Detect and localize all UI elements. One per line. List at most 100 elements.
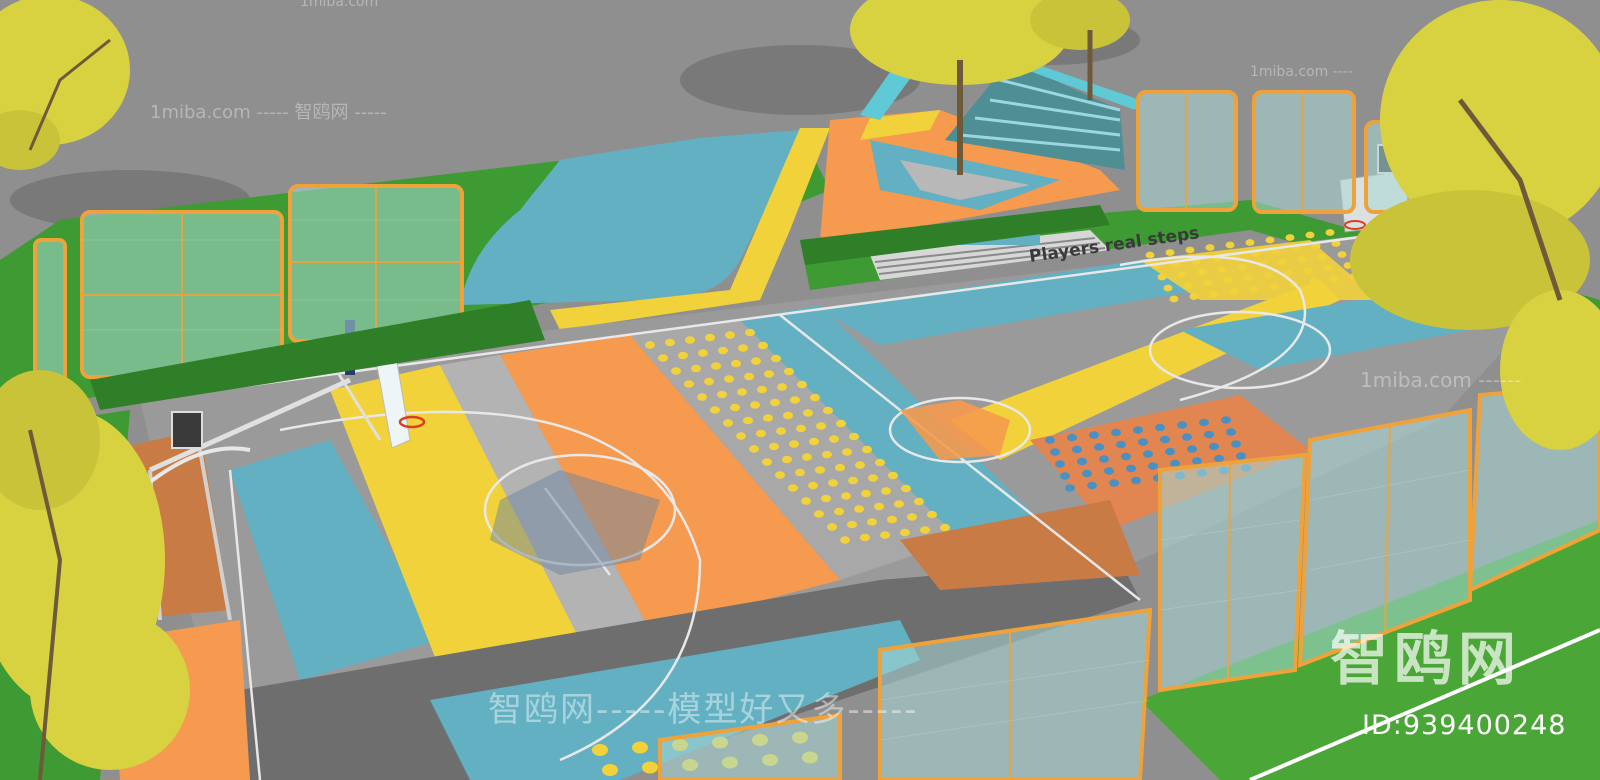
court-dot <box>710 406 720 414</box>
court-dot <box>1309 278 1319 285</box>
court-dot <box>1060 472 1070 480</box>
court-dot <box>1337 251 1347 258</box>
court-dot <box>763 414 773 422</box>
court-dot <box>1148 462 1158 470</box>
court-dot <box>749 445 759 453</box>
court-dot <box>867 518 877 526</box>
court-dot <box>1082 469 1092 478</box>
court-dot <box>920 526 930 534</box>
court-dot <box>731 359 741 368</box>
court-dot <box>685 336 695 344</box>
court-dot <box>1317 253 1327 261</box>
court-dot <box>1169 295 1179 303</box>
court-dot <box>1177 421 1187 429</box>
court-dot <box>724 375 734 383</box>
court-dot <box>1177 271 1187 278</box>
court-dot <box>1072 445 1082 454</box>
court-dot <box>723 419 733 427</box>
court-dot <box>1249 285 1259 293</box>
watermark-top: 1miba.com <box>300 0 379 10</box>
court-dot <box>762 458 772 466</box>
court-dot <box>1209 290 1219 298</box>
court-dot <box>789 440 799 448</box>
court-dot <box>1163 284 1173 292</box>
court-dot <box>1245 239 1255 246</box>
court-dot <box>874 502 884 511</box>
court-dot <box>894 500 904 508</box>
court-dot <box>880 531 890 539</box>
court-dot <box>671 367 681 375</box>
court-dot <box>1087 481 1097 490</box>
court-dot <box>1067 433 1077 442</box>
court-dot <box>730 403 740 412</box>
court-dot <box>1209 442 1219 451</box>
court-dot <box>1116 440 1126 449</box>
court-dot <box>1269 283 1279 290</box>
court-dot <box>592 744 608 756</box>
court-dot <box>855 461 865 469</box>
court-dot <box>750 401 760 409</box>
court-dot <box>1131 476 1141 485</box>
court-dot <box>678 351 688 360</box>
court-dot <box>1183 282 1193 289</box>
court-dot <box>822 450 832 459</box>
court-dot <box>827 523 837 531</box>
court-dot <box>1203 279 1213 287</box>
court-dot <box>764 370 774 378</box>
court-dot <box>1329 275 1339 283</box>
court-dot <box>771 354 781 363</box>
court-dot <box>1104 467 1114 475</box>
court-dot <box>1221 416 1231 424</box>
court-dot <box>815 466 825 474</box>
court-dot <box>808 481 818 490</box>
court-dot <box>1217 266 1227 273</box>
court-dot <box>782 455 792 464</box>
court-dot <box>1145 251 1155 259</box>
court-dot <box>901 484 911 493</box>
court-dot <box>888 471 898 480</box>
court-dot <box>797 380 807 389</box>
watermark-brand: 智鸥网 <box>1330 625 1523 693</box>
court-dot <box>1189 293 1199 300</box>
court-dot <box>900 528 910 537</box>
court-dot <box>1214 454 1224 463</box>
court-dot <box>745 328 755 337</box>
court-dot <box>777 383 787 391</box>
court-dot <box>736 432 746 440</box>
court-dot <box>829 435 839 443</box>
court-dot <box>1109 479 1119 487</box>
court-dot <box>1094 443 1104 451</box>
court-dot <box>718 346 728 355</box>
court-dot <box>1185 246 1195 254</box>
court-dot <box>1111 428 1121 437</box>
court-dot <box>842 448 852 456</box>
court-dot <box>684 380 694 388</box>
court-dot <box>1303 267 1313 274</box>
court-dot <box>1231 440 1241 448</box>
court-dot <box>823 406 833 415</box>
court-dot <box>1305 231 1315 239</box>
court-dot <box>751 357 761 365</box>
court-dot <box>1226 428 1236 436</box>
court-dot <box>697 393 707 401</box>
court-dot <box>1065 484 1075 492</box>
court-dot <box>816 422 826 430</box>
court-dot <box>1099 455 1109 463</box>
court-dot <box>743 416 753 425</box>
court-dot <box>814 510 824 518</box>
court-dot <box>1138 438 1148 446</box>
court-dot <box>881 487 891 495</box>
court-dot <box>790 396 800 404</box>
court-dot <box>821 494 831 503</box>
court-dot <box>1182 433 1192 441</box>
court-dot <box>1165 447 1175 456</box>
court-dot <box>860 533 870 542</box>
court-dot <box>1089 431 1099 439</box>
court-dot <box>914 497 924 506</box>
court-dot <box>854 505 864 513</box>
court-dot <box>1237 263 1247 271</box>
court-dot <box>795 468 805 477</box>
watermark-line1: 1miba.com ----- 智鸥网 ----- <box>150 102 387 123</box>
court-dot <box>834 507 844 516</box>
court-dot <box>738 344 748 352</box>
